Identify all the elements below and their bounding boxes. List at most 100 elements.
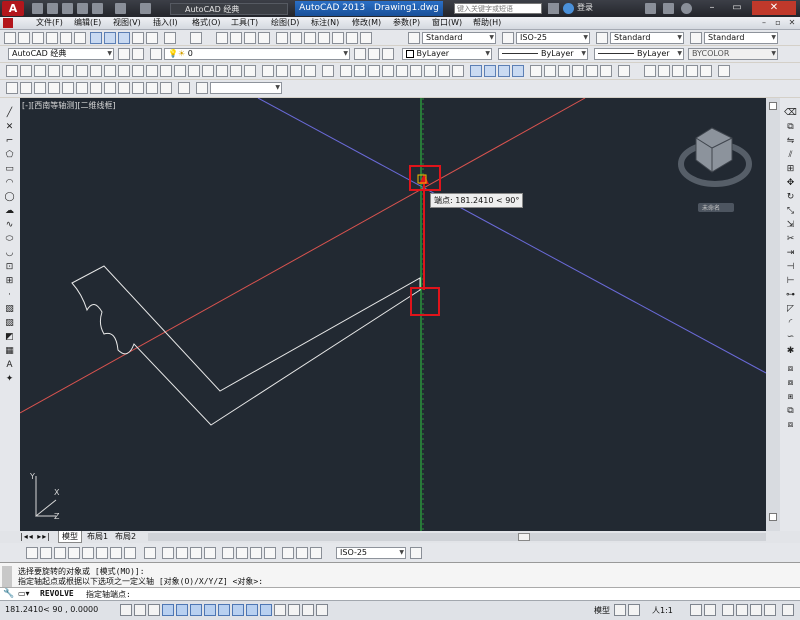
chamfer-icon[interactable]: ◸ [784, 304, 797, 315]
erase-icon[interactable]: ⌫ [784, 108, 797, 119]
isolate-objects-icon[interactable] [764, 604, 776, 616]
extend-icon[interactable]: ⇥ [784, 248, 797, 259]
help-toolbar-icon[interactable] [360, 32, 372, 44]
menu-tools[interactable]: 工具(T) [231, 17, 258, 29]
quick-view-drawings-icon[interactable] [628, 604, 640, 616]
multileader-style-select[interactable]: Standard [704, 32, 778, 44]
plot-preview-icon[interactable] [60, 32, 72, 44]
annotation-scale[interactable]: 人1:1 [652, 605, 673, 616]
3d-move-icon[interactable] [262, 65, 274, 77]
bring-above-icon[interactable]: ⧉ [784, 406, 797, 417]
circle-icon[interactable]: ◯ [3, 192, 16, 203]
inspection-icon[interactable] [250, 547, 262, 559]
planar-surface-icon[interactable] [132, 65, 144, 77]
dim-baseline-icon[interactable] [162, 547, 174, 559]
imprint-icon[interactable] [76, 82, 88, 94]
render-icon[interactable] [618, 65, 630, 77]
object-snap-tracking-icon[interactable] [218, 604, 230, 616]
grid-display-icon[interactable] [148, 604, 160, 616]
recent-commands-icon[interactable]: ▭▾ [18, 589, 30, 598]
table-icon[interactable]: ▦ [3, 346, 16, 357]
dynamic-ucs-icon[interactable] [232, 604, 244, 616]
properties-icon[interactable] [276, 32, 288, 44]
print-icon[interactable] [92, 3, 103, 14]
pan-icon[interactable] [216, 32, 228, 44]
construction-line-icon[interactable]: ✕ [3, 122, 16, 133]
slice-icon[interactable] [34, 82, 46, 94]
publish-icon[interactable] [74, 32, 86, 44]
annotation-visibility-icon[interactable] [690, 604, 702, 616]
dim-style-manager-icon[interactable] [410, 547, 422, 559]
menu-window[interactable]: 窗口(W) [432, 17, 462, 29]
command-line[interactable]: 🔧 ▭▾ REVOLVE 指定轴端点: [0, 587, 800, 601]
plot-icon[interactable] [46, 32, 58, 44]
helix-icon[interactable] [118, 65, 130, 77]
workspace-select[interactable]: AutoCAD 经典 [8, 48, 114, 60]
autocad-logo-icon[interactable]: A [2, 1, 24, 16]
redo-icon[interactable] [140, 3, 151, 14]
menu-format[interactable]: 格式(O) [192, 17, 221, 29]
explode-icon[interactable]: ✱ [784, 346, 797, 357]
scale-icon[interactable]: ⤡ [784, 206, 797, 217]
array-icon[interactable]: ⊞ [784, 164, 797, 175]
paste-icon[interactable] [118, 32, 130, 44]
loft-icon[interactable] [202, 65, 214, 77]
viewcube[interactable] [695, 127, 733, 173]
tab-layout2[interactable]: 布局2 [112, 531, 139, 543]
dim-style-combo[interactable]: ISO-25 [336, 547, 406, 559]
separate-icon[interactable] [118, 82, 130, 94]
drawing-area[interactable]: [-][西南等轴测][二维线框] 端点: 181.2410 < 90° 未命名 … [20, 98, 766, 531]
layer-freeze-icon[interactable] [672, 65, 684, 77]
dim-text-edit-icon[interactable] [296, 547, 308, 559]
ellipse-arc-icon[interactable]: ◡ [3, 248, 16, 259]
box-icon[interactable] [20, 65, 32, 77]
dim-ordinate-icon[interactable] [68, 547, 80, 559]
dim-diameter-icon[interactable] [110, 547, 122, 559]
workspace-switcher[interactable]: AutoCAD 经典 [170, 3, 288, 15]
draw-order-icon[interactable]: ⧈ [784, 364, 797, 375]
send-back-icon[interactable]: ⧆ [784, 392, 797, 403]
save-icon[interactable] [62, 3, 73, 14]
break-at-point-icon[interactable]: ⊣ [784, 262, 797, 273]
wrench-icon[interactable]: 🔧 [3, 589, 14, 599]
nw-iso-icon[interactable] [512, 65, 524, 77]
view-back-icon[interactable] [452, 65, 464, 77]
text-style-select[interactable]: Standard [422, 32, 496, 44]
sweep-icon[interactable] [174, 65, 186, 77]
free-orbit-icon[interactable] [354, 65, 366, 77]
dim-edit-icon[interactable] [282, 547, 294, 559]
view-bottom-icon[interactable] [396, 65, 408, 77]
layer-states-icon[interactable] [382, 48, 394, 60]
profile-polyline[interactable] [71, 265, 421, 426]
tab-layout1[interactable]: 布局1 [84, 531, 111, 543]
dim-space-icon[interactable] [190, 547, 202, 559]
save-as-icon[interactable] [77, 3, 88, 14]
dim-style-select[interactable]: ISO-25 [516, 32, 590, 44]
redo-toolbar-icon[interactable] [190, 32, 202, 44]
auto-scale-icon[interactable] [704, 604, 716, 616]
exchange-icon[interactable] [645, 3, 656, 14]
coordinates-display[interactable]: 181.2410< 90 , 0.0000 [5, 605, 98, 614]
sheet-set-icon[interactable] [318, 32, 330, 44]
center-mark-icon[interactable] [236, 547, 248, 559]
block-editor-icon[interactable] [146, 32, 158, 44]
customize-icon[interactable] [132, 48, 144, 60]
line-icon[interactable]: ╱ [3, 108, 16, 119]
linetype-select[interactable]: ByLayer [498, 48, 588, 60]
undo-toolbar-icon[interactable] [164, 32, 176, 44]
doc-restore-button[interactable]: ▫ [772, 17, 784, 28]
polar-tracking-icon[interactable] [176, 604, 188, 616]
annotation-monitor-icon[interactable] [316, 604, 328, 616]
join-icon[interactable]: ⊶ [784, 290, 797, 301]
zoom-previous-icon[interactable] [258, 32, 270, 44]
view-left-icon[interactable] [410, 65, 422, 77]
orbit-icon[interactable] [340, 65, 352, 77]
walk-icon[interactable] [196, 82, 208, 94]
sw-iso-icon[interactable] [470, 65, 482, 77]
minimize-button[interactable]: – [700, 1, 724, 15]
check-icon[interactable] [160, 82, 172, 94]
cut-icon[interactable] [90, 32, 102, 44]
polysolid-icon[interactable] [6, 65, 18, 77]
text-style-icon[interactable] [408, 32, 420, 44]
offset-edge-icon[interactable] [104, 82, 116, 94]
